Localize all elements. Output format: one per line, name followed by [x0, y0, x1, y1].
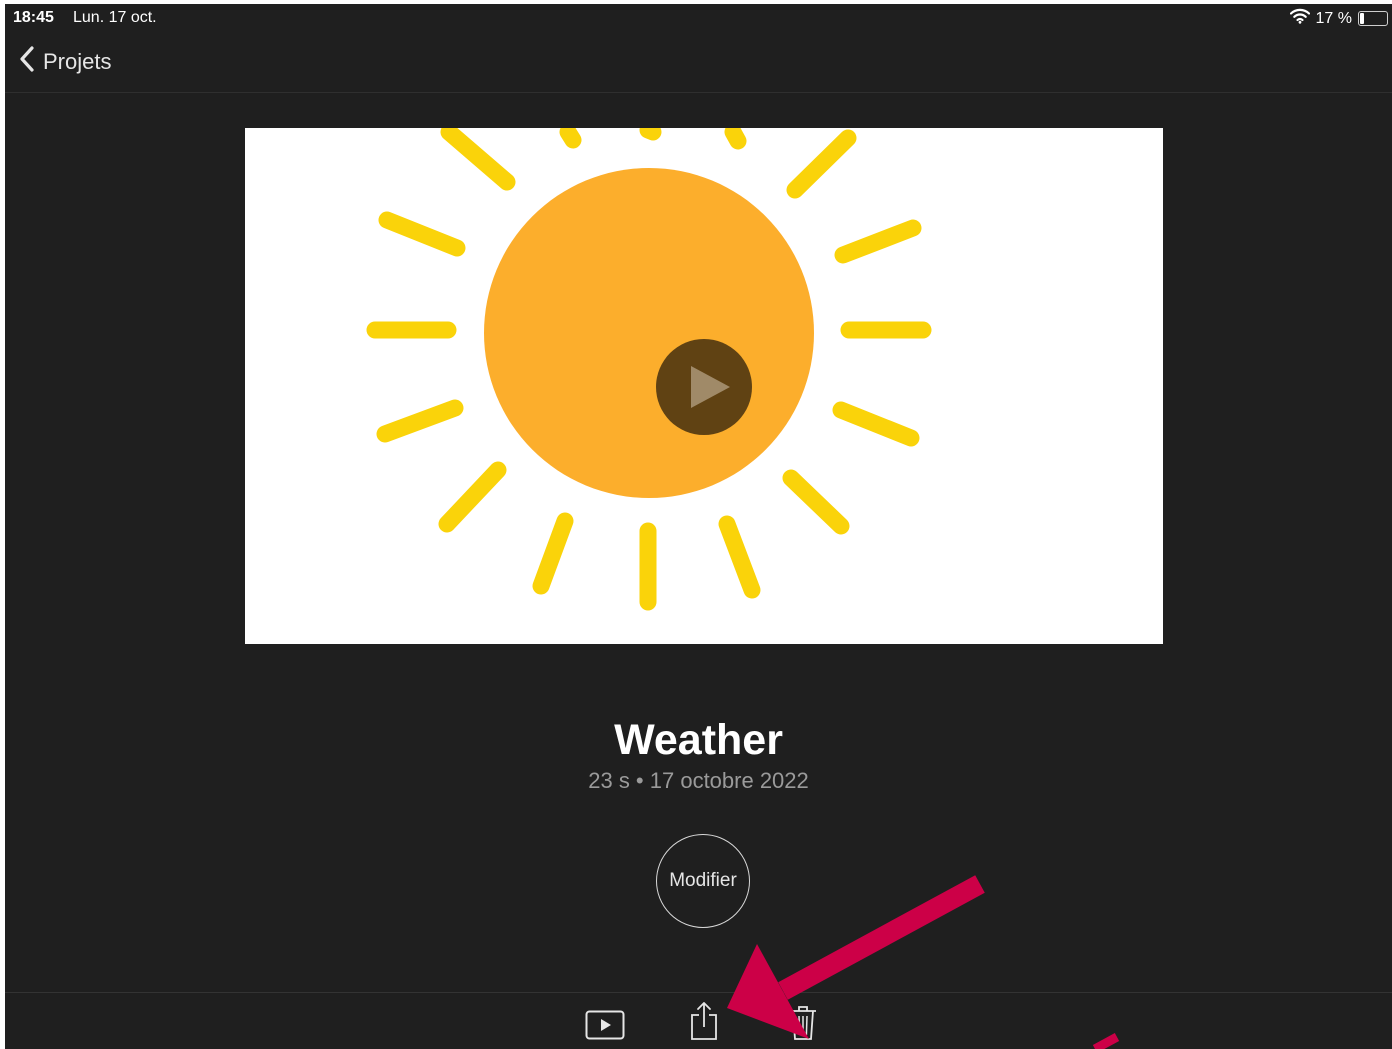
battery-icon: [1358, 11, 1388, 26]
back-button[interactable]: Projets: [19, 46, 111, 78]
battery-level: [1360, 13, 1364, 24]
bottom-toolbar: [5, 992, 1392, 1049]
project-meta: 23 s • 17 octobre 2022: [588, 768, 809, 793]
app-screen: 18:45 Lun. 17 oct. 17 % Projets Weather …: [5, 4, 1392, 1049]
status-right-group: 17 %: [1289, 8, 1388, 29]
play-icon: [691, 366, 730, 408]
project-title: Weather: [614, 716, 783, 764]
share-button[interactable]: [689, 1001, 719, 1046]
preview-play-button[interactable]: [656, 339, 752, 435]
share-icon: [691, 1002, 717, 1040]
play-icon: [585, 1010, 625, 1040]
delete-button[interactable]: [788, 1005, 818, 1046]
battery-percentage: 17 %: [1315, 9, 1352, 27]
status-bar: 18:45 Lun. 17 oct. 17 %: [5, 4, 1392, 32]
play-video-button[interactable]: [585, 1010, 625, 1045]
back-button-label: Projets: [43, 49, 112, 74]
project-info: Weather 23 s • 17 octobre 2022: [5, 712, 1392, 794]
modify-button[interactable]: Modifier: [656, 834, 750, 928]
chevron-left-icon: [19, 46, 35, 78]
status-time: 18:45: [13, 9, 54, 26]
navigation-bar: Projets: [5, 32, 1392, 93]
trash-icon: [790, 1006, 816, 1040]
video-preview[interactable]: [245, 128, 1163, 644]
status-date: Lun. 17 oct.: [73, 9, 157, 26]
wifi-icon: [1289, 8, 1310, 29]
modify-button-label: Modifier: [669, 870, 737, 891]
